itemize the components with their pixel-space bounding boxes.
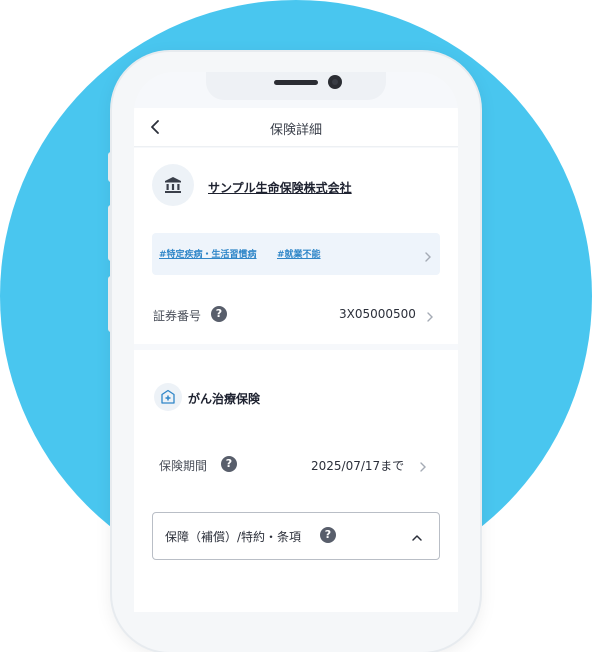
period-value: 2025/07/17まで	[311, 459, 405, 473]
insurer-name-link[interactable]: サンプル生命保険株式会社	[208, 179, 352, 196]
period-label: 保険期間	[159, 459, 208, 473]
chevron-right-icon	[422, 248, 434, 262]
tag-specific-disease[interactable]: #特定疾病・生活習慣病	[159, 247, 257, 260]
coverage-accordion[interactable]: 保障（補償）/特約・条項 ?	[152, 512, 440, 560]
bank-icon	[152, 164, 194, 206]
page-title: 保険詳細	[269, 123, 322, 138]
speaker	[274, 80, 318, 85]
product-title: がん治療保険	[188, 392, 261, 406]
tag-list[interactable]: #特定疾病・生活習慣病 #就業不能	[152, 233, 440, 275]
insurer-card: サンプル生命保険株式会社 #特定疾病・生活習慣病 #就業不能 証券番号 ? 3X…	[134, 148, 458, 344]
chevron-right-icon[interactable]	[424, 308, 436, 322]
policy-number-label: 証券番号	[153, 309, 202, 323]
chevron-right-icon[interactable]	[417, 458, 429, 472]
medical-plus-icon	[154, 383, 182, 411]
phone-notch	[206, 72, 386, 100]
phone-screen: 保険詳細 サンプル生命保険株式会社 #特定疾病・生活習慣病 #就業不能 証券番号…	[134, 72, 458, 612]
camera	[328, 75, 342, 89]
help-icon[interactable]: ?	[211, 306, 227, 322]
product-card: がん治療保険 保険期間 ? 2025/07/17まで 保障（補償）/特約・条項 …	[134, 350, 458, 612]
policy-number-value: 3X05000500	[339, 307, 416, 321]
coverage-label: 保障（補償）/特約・条項	[165, 530, 302, 544]
help-icon[interactable]: ?	[320, 527, 336, 543]
help-icon[interactable]: ?	[221, 456, 237, 472]
chevron-up-icon[interactable]	[411, 529, 423, 541]
tag-disability[interactable]: #就業不能	[277, 247, 321, 260]
app-header: 保険詳細	[134, 108, 458, 147]
